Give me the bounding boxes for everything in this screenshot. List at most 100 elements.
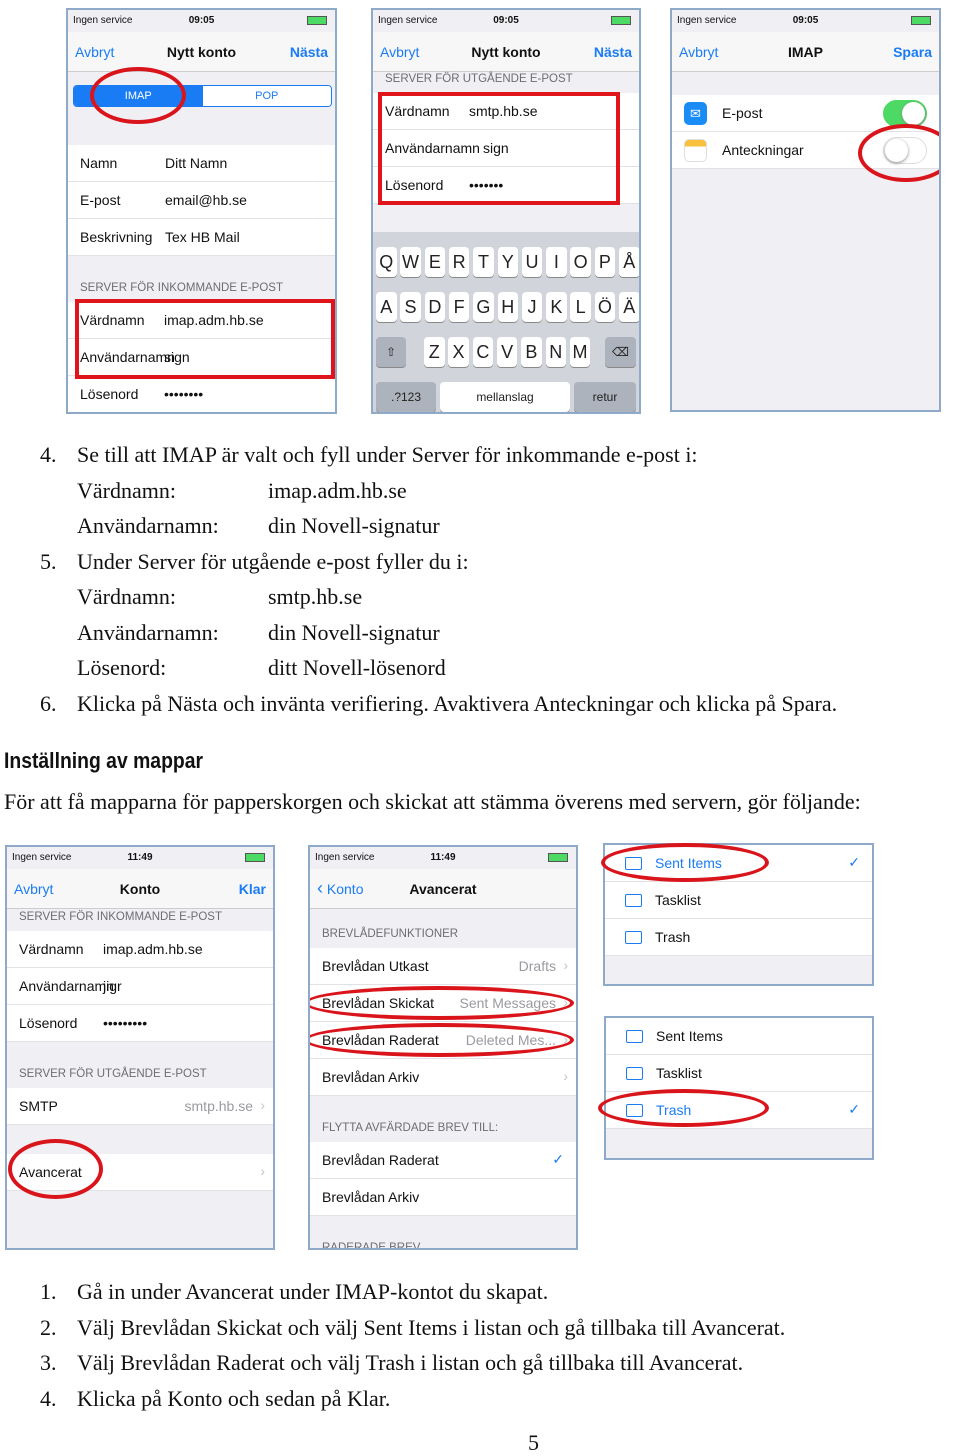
email-row[interactable]: E-post email@hb.se [68,182,335,219]
key-f[interactable]: F [448,292,470,322]
numbers-key[interactable]: .?123 [376,382,436,412]
notes-icon [684,139,707,162]
return-key[interactable]: retur [574,382,636,412]
key-d[interactable]: D [424,292,446,322]
highlight-circle [90,67,186,124]
segment-pop[interactable]: POP [202,86,331,106]
key-r[interactable]: R [448,247,470,277]
shift-key[interactable]: ⇧ [376,337,406,367]
highlight-circle [8,1139,103,1199]
name-row[interactable]: Namn Ditt Namn [68,145,335,182]
list-item-text: Gå in under Avancerat under IMAP-kontot … [77,1279,549,1304]
key-b[interactable]: B [521,337,542,367]
section-header: BREVLÅDEFUNKTIONER [322,928,459,940]
mail-toggle[interactable] [883,100,927,127]
drafts-mailbox-row[interactable]: Brevlådan Utkast Drafts › [310,948,576,985]
checkmark-icon: ✓ [848,1101,860,1117]
key-e[interactable]: E [424,247,446,277]
key-m[interactable]: M [569,337,591,367]
page-number: 5 [528,1430,539,1455]
nav-title: Avancerat [409,881,477,897]
screenshot-account: Ingen service 11:49 Avbryt Konto Klar SERVE… [5,845,275,1250]
key-z[interactable]: Z [424,337,445,367]
highlight-circle [858,124,939,182]
password-row[interactable]: Lösenord ••••••••• [7,1005,273,1042]
highlight-circle [310,986,574,1020]
key-n[interactable]: N [545,337,566,367]
key-u[interactable]: U [521,247,543,277]
key-t[interactable]: T [473,247,494,277]
battery-icon [307,16,327,25]
checkmark-icon: ✓ [848,854,860,870]
section-header: SERVER FÖR INKOMMANDE E-POST [19,911,222,923]
field-label: Lösenord: [77,655,167,680]
key-j[interactable]: J [521,292,543,322]
key-x[interactable]: X [448,337,469,367]
key-g[interactable]: G [473,292,494,322]
field-label: Värdnamn: [77,584,176,609]
section-header: SERVER FÖR INKOMMANDE E-POST [80,282,283,294]
key-ä[interactable]: Ä [619,292,639,322]
chevron-right-icon: › [260,1097,265,1113]
key-c[interactable]: C [472,337,494,367]
screenshot-imap-services: Ingen service 09:05 Avbryt IMAP Spara ✉ E-po… [670,8,941,412]
key-å[interactable]: Å [619,247,639,277]
move-to-deleted-row[interactable]: Brevlådan Raderat ✓ [310,1142,576,1179]
highlight-box [75,299,335,379]
key-w[interactable]: W [400,247,421,277]
key-s[interactable]: S [400,292,421,322]
field-label: Värdnamn: [77,477,176,503]
archive-mailbox-row[interactable]: Brevlådan Arkiv › [310,1059,576,1096]
smtp-row[interactable]: SMTP smtp.hb.se › [7,1088,273,1125]
folder-item[interactable]: Tasklist [606,1055,872,1092]
list-number: 2. [40,1314,57,1340]
next-button[interactable]: Nästa [290,44,328,60]
folder-item[interactable]: Trash [605,919,872,956]
next-button[interactable]: Nästa [594,44,632,60]
description-row[interactable]: Beskrivning Tex HB Mail [68,219,335,256]
key-q[interactable]: Q [376,247,397,277]
space-key[interactable]: mellanslag [440,382,570,412]
key-p[interactable]: P [594,247,616,277]
mail-icon: ✉ [684,102,707,125]
folder-icon [625,931,642,944]
folder-item[interactable]: Tasklist [605,882,872,919]
key-y[interactable]: Y [497,247,518,277]
list-number: 1. [40,1279,57,1304]
list-item-text: Välj Brevlådan Raderat och välj Trash i … [77,1350,744,1375]
key-ö[interactable]: Ö [594,292,616,322]
list-item-text: Under Server för utgående e-post fyller … [77,548,469,574]
hostname-row[interactable]: Värdnamn imap.adm.hb.se [7,931,273,968]
nav-bar: Avbryt Konto Klar [7,869,273,909]
folder-item[interactable]: Sent Items [606,1018,872,1055]
intro-paragraph: För att få mapparna för papperskorgen oc… [4,789,861,814]
field-value: imap.adm.hb.se [268,477,407,503]
folder-icon [625,894,642,907]
highlight-circle [310,1023,574,1057]
key-h[interactable]: H [497,292,518,322]
battery-icon [548,853,568,862]
key-v[interactable]: V [496,337,518,367]
done-button[interactable]: Klar [239,881,266,897]
key-a[interactable]: A [376,292,397,322]
field-label: Användarnamn: [77,513,219,538]
screenshot-advanced: Ingen service 11:49 ‹ Konto Avancerat BREV… [308,845,578,1250]
field-value: din Novell-signatur [268,513,440,538]
key-i[interactable]: I [546,247,567,277]
chevron-right-icon: › [260,1163,265,1179]
key-l[interactable]: L [570,292,591,322]
backspace-key[interactable]: ⌫ [605,337,636,367]
nav-bar: Avbryt Nytt konto Nästa [373,32,639,72]
section-heading: Inställning av mappar [4,748,204,773]
password-row[interactable]: Lösenord •••••••• [68,376,335,412]
chevron-right-icon: › [563,957,568,973]
username-row[interactable]: Användarnamn jigr [7,968,273,1005]
highlight-circle [598,1089,769,1127]
field-label: Användarnamn: [77,619,219,645]
key-o[interactable]: O [570,247,591,277]
move-to-archive-row[interactable]: Brevlådan Arkiv [310,1179,576,1216]
screenshot-outgoing-server: Ingen service 09:05 Avbryt Nytt konto Nästa… [371,8,641,414]
keyboard: Q W E R T Y U I O P Å A S D F G H J K L Ö Ä ⇧ Z X C V B N M ⌫ .?123 mell… [373,232,639,412]
key-k[interactable]: K [546,292,567,322]
save-button[interactable]: Spara [893,44,932,60]
